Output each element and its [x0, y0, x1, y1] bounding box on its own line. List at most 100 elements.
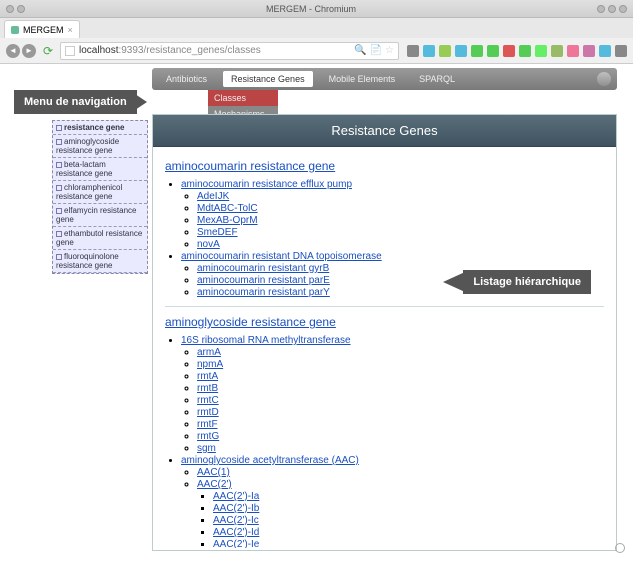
bookmark-icon[interactable]: 📄: [370, 45, 382, 56]
extension-icon[interactable]: [519, 45, 531, 57]
expand-icon[interactable]: [56, 231, 62, 237]
expand-icon[interactable]: [56, 185, 62, 191]
forward-button[interactable]: ►: [22, 44, 36, 58]
gene-link[interactable]: AAC(2')-Id: [213, 527, 259, 538]
gene-link[interactable]: aminoglycoside acetyltransferase (AAC): [181, 455, 359, 466]
gene-link[interactable]: rmtC: [197, 395, 219, 406]
reload-button[interactable]: ⟳: [40, 43, 56, 59]
nav-search-button[interactable]: [597, 72, 611, 86]
section-title: aminoglycoside resistance gene: [165, 315, 604, 329]
browser-toolbar: ◄ ► ⟳ localhost :9393/resistance_genes/c…: [0, 38, 633, 64]
sidebar-item[interactable]: elfamycin resistance gene: [53, 204, 147, 227]
window-minimize[interactable]: [597, 5, 605, 13]
address-bar[interactable]: localhost :9393/resistance_genes/classes…: [60, 42, 399, 60]
extension-icon[interactable]: [487, 45, 499, 57]
window-controls-left: [6, 5, 25, 13]
expand-icon[interactable]: [56, 139, 62, 145]
gene-link[interactable]: AAC(2'): [197, 479, 232, 490]
nav-item-mobile-elements[interactable]: Mobile Elements: [321, 71, 404, 87]
gene-link[interactable]: rmtD: [197, 407, 219, 418]
gene-link[interactable]: rmtG: [197, 431, 219, 442]
expand-icon[interactable]: [56, 208, 62, 214]
expand-icon[interactable]: [56, 254, 62, 260]
nav-item-antibiotics[interactable]: Antibiotics: [158, 71, 215, 87]
gene-link[interactable]: AAC(2')-Ie: [213, 539, 259, 548]
gene-link[interactable]: armA: [197, 347, 221, 358]
window-button[interactable]: [17, 5, 25, 13]
window-controls-right: [597, 5, 627, 13]
gene-link[interactable]: AAC(2')-Ib: [213, 503, 259, 514]
extension-icon[interactable]: [455, 45, 467, 57]
gene-link[interactable]: MexAB-OprM: [197, 215, 258, 226]
address-path: :9393/resistance_genes/classes: [118, 45, 260, 56]
window-maximize[interactable]: [608, 5, 616, 13]
scroll-corner-icon[interactable]: [615, 543, 625, 553]
nav-item-sparql[interactable]: SPARQL: [411, 71, 463, 87]
list-item: SmeDEF: [197, 227, 604, 238]
submenu-item-classes[interactable]: Classes: [208, 90, 278, 106]
gene-link[interactable]: aminocoumarin resistant parE: [197, 275, 330, 286]
sidebar-item[interactable]: aminoglycoside resistance gene: [53, 135, 147, 158]
extension-icon[interactable]: [535, 45, 547, 57]
extension-icon[interactable]: [407, 45, 419, 57]
gene-link[interactable]: aminocoumarin resistant gyrB: [197, 263, 329, 274]
extension-icon[interactable]: [599, 45, 611, 57]
gene-link[interactable]: sgm: [197, 443, 216, 454]
window-close[interactable]: [619, 5, 627, 13]
gene-link[interactable]: rmtF: [197, 419, 218, 430]
list-item: aminoglycoside acetyltransferase (AAC)AA…: [181, 455, 604, 548]
section-title-link[interactable]: aminocoumarin resistance gene: [165, 159, 335, 173]
list-item: MdtABC-TolC: [197, 203, 604, 214]
browser-tabs: MERGEM ×: [0, 18, 633, 38]
list-item: armA: [197, 347, 604, 358]
tab-close-icon[interactable]: ×: [68, 25, 73, 35]
gene-link[interactable]: rmtB: [197, 383, 218, 394]
sidebar-item[interactable]: beta-lactam resistance gene: [53, 158, 147, 181]
gene-link[interactable]: aminocoumarin resistance efflux pump: [181, 179, 352, 190]
gene-link[interactable]: npmA: [197, 359, 223, 370]
gene-link[interactable]: AdeIJK: [197, 191, 229, 202]
tab-label: MERGEM: [23, 25, 64, 35]
gene-link[interactable]: aminocoumarin resistant DNA topoisomeras…: [181, 251, 382, 262]
list-item: AAC(2')AAC(2')-IaAAC(2')-IbAAC(2')-IcAAC…: [197, 479, 604, 548]
section-divider: [165, 306, 604, 307]
extension-icon[interactable]: [471, 45, 483, 57]
window-titlebar: MERGEM - Chromium: [0, 0, 633, 18]
gene-link[interactable]: novA: [197, 239, 220, 250]
gene-link[interactable]: AAC(2')-Ic: [213, 515, 259, 526]
main-nav: Antibiotics Resistance Genes Mobile Elemen…: [152, 68, 617, 90]
list-item: AAC(2')-Ib: [213, 503, 604, 514]
extension-icon[interactable]: [551, 45, 563, 57]
sidebar-item[interactable]: chloramphenicol resistance gene: [53, 181, 147, 204]
window-button[interactable]: [6, 5, 14, 13]
extension-icon[interactable]: [567, 45, 579, 57]
expand-icon[interactable]: [56, 162, 62, 168]
browser-tab[interactable]: MERGEM ×: [4, 20, 80, 38]
list-item: npmA: [197, 359, 604, 370]
extension-icon[interactable]: [583, 45, 595, 57]
gene-link[interactable]: AAC(1): [197, 467, 230, 478]
extension-icon[interactable]: [423, 45, 435, 57]
extension-icon[interactable]: [439, 45, 451, 57]
gene-link[interactable]: AAC(2')-Ia: [213, 491, 259, 502]
back-button[interactable]: ◄: [6, 44, 20, 58]
section-title-link[interactable]: aminoglycoside resistance gene: [165, 315, 336, 329]
extension-icon[interactable]: [503, 45, 515, 57]
gene-link[interactable]: SmeDEF: [197, 227, 238, 238]
list-item: AAC(2')-Ia: [213, 491, 604, 502]
list-item: sgm: [197, 443, 604, 454]
sidebar-item[interactable]: ethambutol resistance gene: [53, 227, 147, 250]
gene-link[interactable]: aminocoumarin resistant parY: [197, 287, 330, 298]
list-item: rmtA: [197, 371, 604, 382]
star-icon[interactable]: ☆: [385, 45, 394, 56]
search-icon[interactable]: 🔍: [354, 45, 366, 56]
expand-icon[interactable]: [56, 125, 62, 131]
gene-link[interactable]: MdtABC-TolC: [197, 203, 258, 214]
address-host: localhost: [79, 45, 118, 56]
nav-item-resistance-genes[interactable]: Resistance Genes: [223, 71, 313, 87]
extension-icon[interactable]: [615, 45, 627, 57]
gene-link[interactable]: 16S ribosomal RNA methyltransferase: [181, 335, 351, 346]
gene-link[interactable]: rmtA: [197, 371, 218, 382]
sidebar-item[interactable]: resistance gene: [53, 121, 147, 135]
sidebar-item[interactable]: fluoroquinolone resistance gene: [53, 250, 147, 273]
